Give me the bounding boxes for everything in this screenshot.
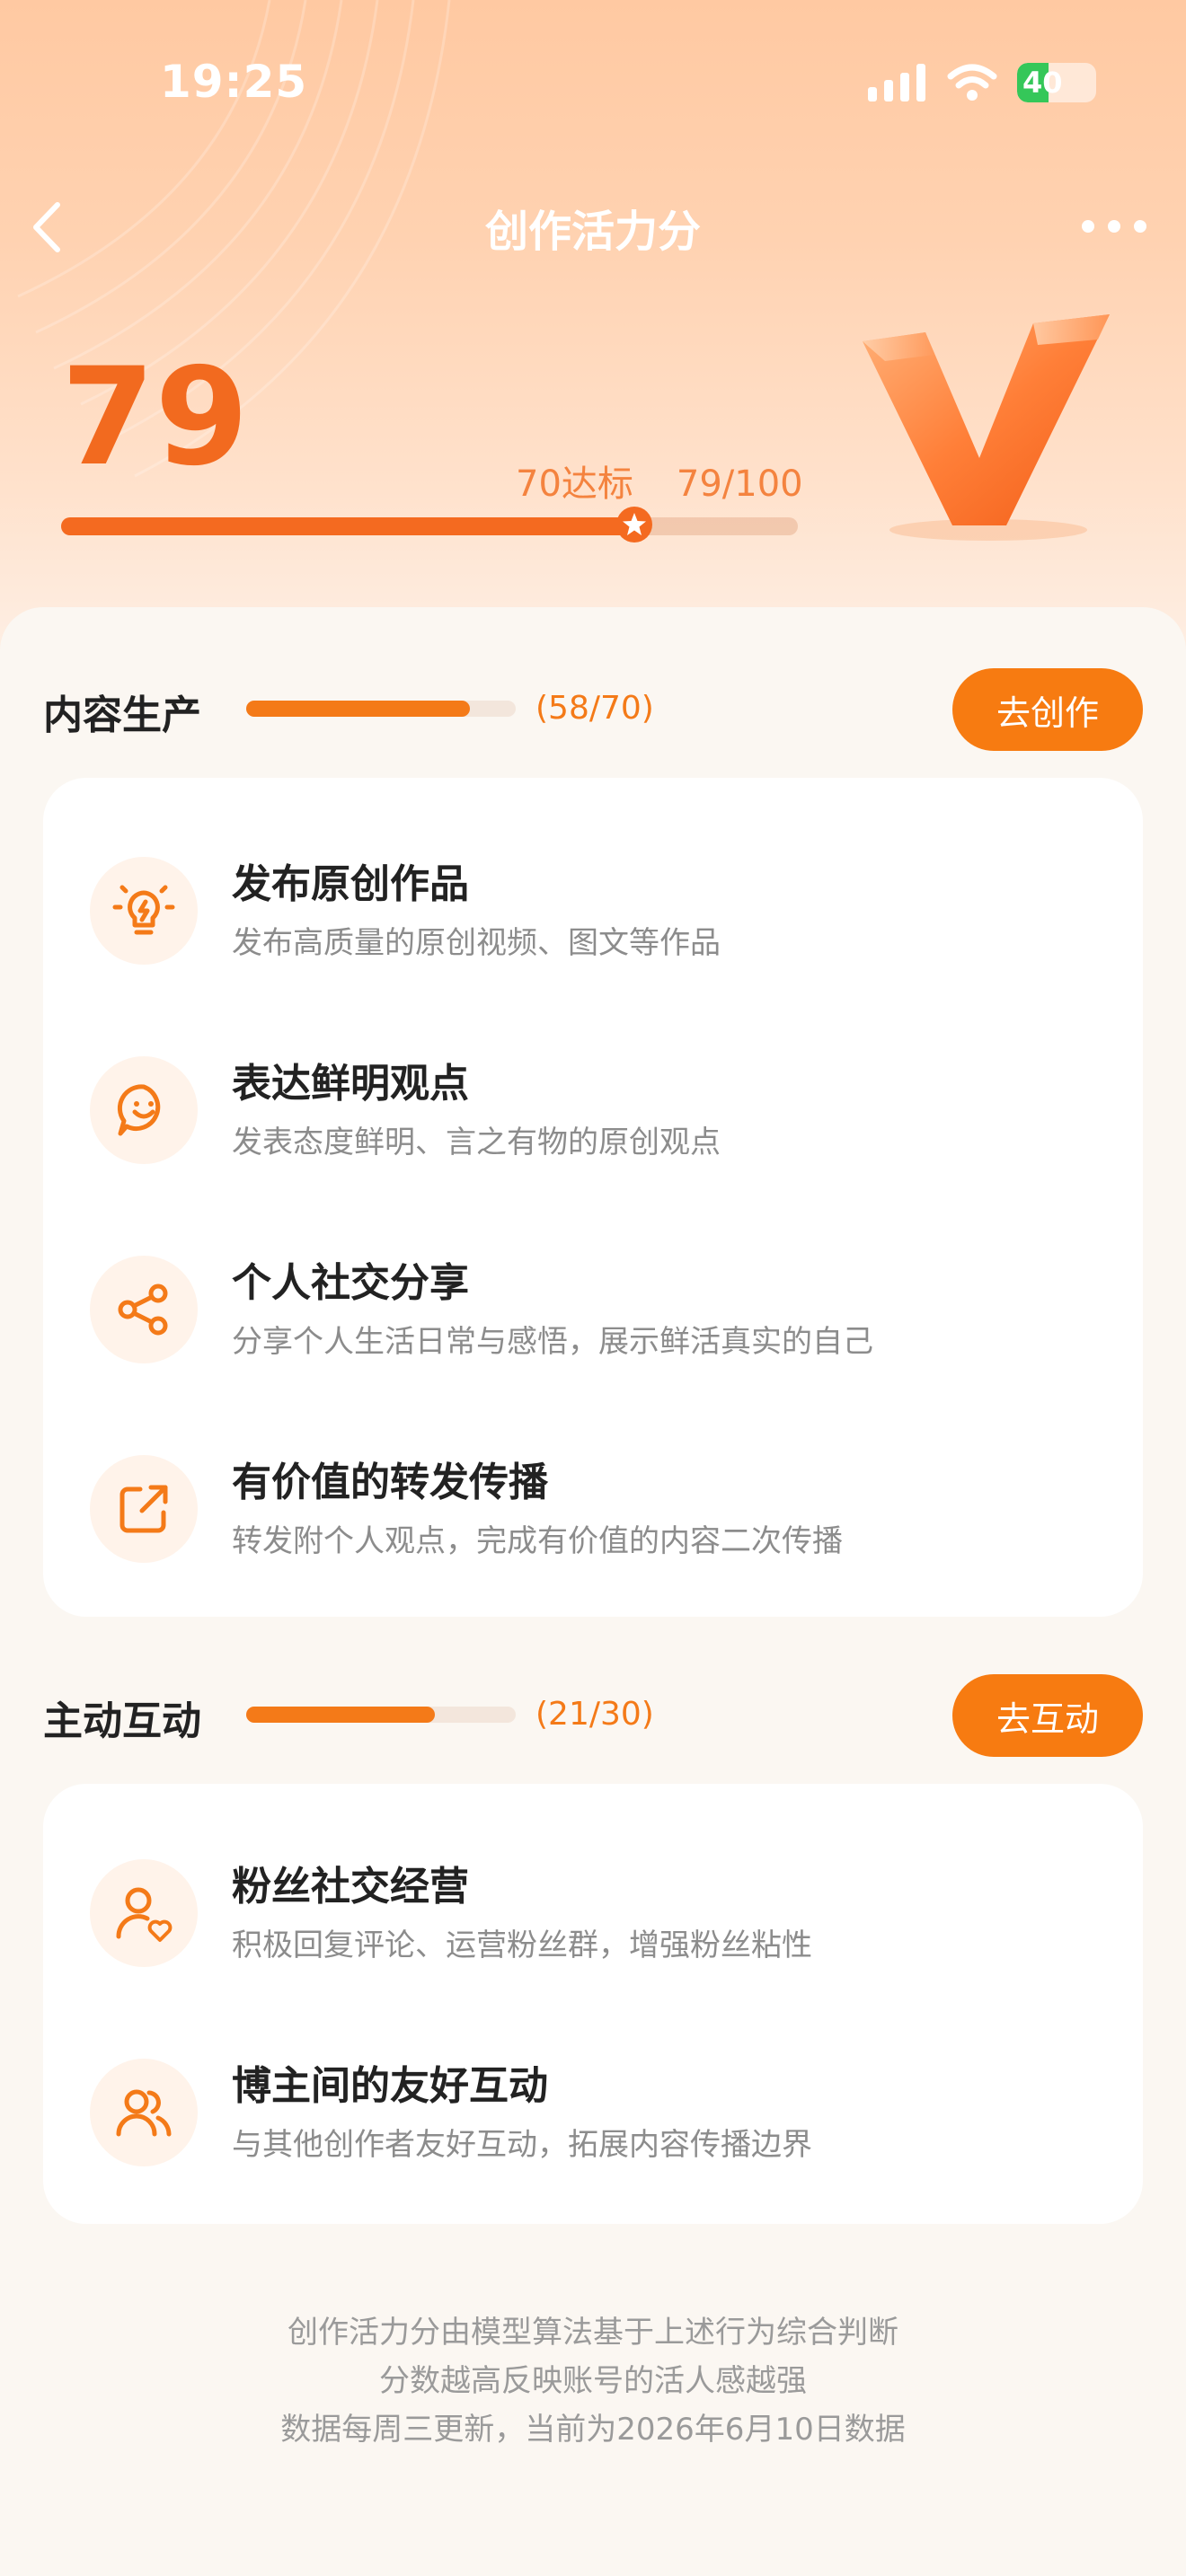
content-production-progress-fill: [246, 701, 470, 717]
signal-icon: [868, 64, 925, 101]
active-interaction-progress-fill: [246, 1707, 435, 1723]
dot: [1134, 220, 1146, 233]
hero-header: 19:25 40 创作活力分 79 70达标 79/100: [0, 0, 1186, 683]
item-title: 粉丝社交经营: [232, 1864, 469, 1910]
footer-note: 创作活力分由模型算法基于上述行为综合判断 分数越高反映账号的活人感越强 数据每周…: [0, 2308, 1186, 2454]
active-interaction-progress-bar: [246, 1707, 516, 1723]
item-title: 个人社交分享: [232, 1260, 469, 1306]
wifi-icon: [947, 64, 997, 101]
item-desc: 发布高质量的原创视频、图文等作品: [232, 925, 721, 961]
footer-line-1: 创作活力分由模型算法基于上述行为综合判断: [288, 2315, 898, 2351]
status-icons: 40: [868, 63, 1096, 102]
target-label: 70达标: [516, 463, 633, 505]
status-time: 19:25: [160, 56, 308, 108]
list-item[interactable]: 表达鲜明观点 发表态度鲜明、言之有物的原创观点: [43, 1020, 1143, 1200]
list-item[interactable]: 发布原创作品 发布高质量的原创视频、图文等作品: [43, 821, 1143, 1001]
speech-bubble-smile-icon: [90, 1056, 198, 1164]
user-heart-icon: [90, 1859, 198, 1967]
content-panel: 内容生产 (58/70) 去创作 发布原创作品 发布高质量的原创视频、图文等作品: [0, 607, 1186, 2576]
dot: [1108, 220, 1120, 233]
item-title: 有价值的转发传播: [232, 1460, 548, 1505]
list-item[interactable]: 博主间的友好互动 与其他创作者友好互动，拓展内容传播边界: [43, 2023, 1143, 2202]
users-icon: [90, 2059, 198, 2166]
battery-icon: 40: [1017, 63, 1096, 102]
section-title-content-production: 内容生产: [43, 693, 201, 738]
item-desc: 分享个人生活日常与感悟，展示鲜活真实的自己: [232, 1324, 873, 1360]
forward-icon: [90, 1455, 198, 1563]
list-item[interactable]: 有价值的转发传播 转发附个人观点，完成有价值的内容二次传播: [43, 1419, 1143, 1599]
item-desc: 积极回复评论、运营粉丝群，增强粉丝粘性: [232, 1928, 812, 1963]
list-item[interactable]: 个人社交分享 分享个人生活日常与感悟，展示鲜活真实的自己: [43, 1220, 1143, 1399]
footer-line-2: 分数越高反映账号的活人感越强: [379, 2363, 807, 2399]
active-interaction-card: 粉丝社交经营 积极回复评论、运营粉丝群，增强粉丝粘性 博主间的友好互动 与其他创…: [43, 1784, 1143, 2224]
content-production-card: 发布原创作品 发布高质量的原创视频、图文等作品 表达鲜明观点 发表态度鲜明、言之…: [43, 778, 1143, 1617]
battery-level-text: 40: [1022, 66, 1063, 100]
item-title: 发布原创作品: [232, 861, 469, 907]
lightbulb-icon: [90, 857, 198, 965]
score-progress-bar: [61, 507, 798, 543]
item-desc: 发表态度鲜明、言之有物的原创观点: [232, 1125, 721, 1160]
item-desc: 与其他创作者友好互动，拓展内容传播边界: [232, 2127, 812, 2163]
progress-label: 79/100: [676, 463, 803, 505]
go-create-button[interactable]: 去创作: [952, 668, 1143, 751]
item-desc: 转发附个人观点，完成有价值的内容二次传播: [232, 1523, 843, 1559]
item-title: 表达鲜明观点: [232, 1061, 469, 1107]
footer-line-3: 数据每周三更新，当前为2026年6月10日数据: [280, 2412, 906, 2448]
active-interaction-count: (21/30): [535, 1696, 654, 1733]
v-badge-logo: [863, 314, 1110, 541]
more-options-icon[interactable]: [1082, 208, 1146, 244]
go-interact-button[interactable]: 去互动: [952, 1674, 1143, 1757]
content-production-progress-bar: [246, 701, 516, 717]
score-progress-fill: [61, 517, 643, 535]
section-title-active-interaction: 主动互动: [43, 1698, 201, 1744]
dot: [1082, 220, 1094, 233]
score-labels: 70达标 79/100: [516, 454, 846, 507]
item-title: 博主间的友好互动: [232, 2063, 548, 2109]
list-item[interactable]: 粉丝社交经营 积极回复评论、运营粉丝群，增强粉丝粘性: [43, 1823, 1143, 2003]
score-value: 79: [61, 340, 249, 496]
content-production-count: (58/70): [535, 690, 654, 727]
share-icon: [90, 1256, 198, 1363]
target-star-icon: [616, 507, 652, 543]
page-title: 创作活力分: [484, 207, 701, 257]
